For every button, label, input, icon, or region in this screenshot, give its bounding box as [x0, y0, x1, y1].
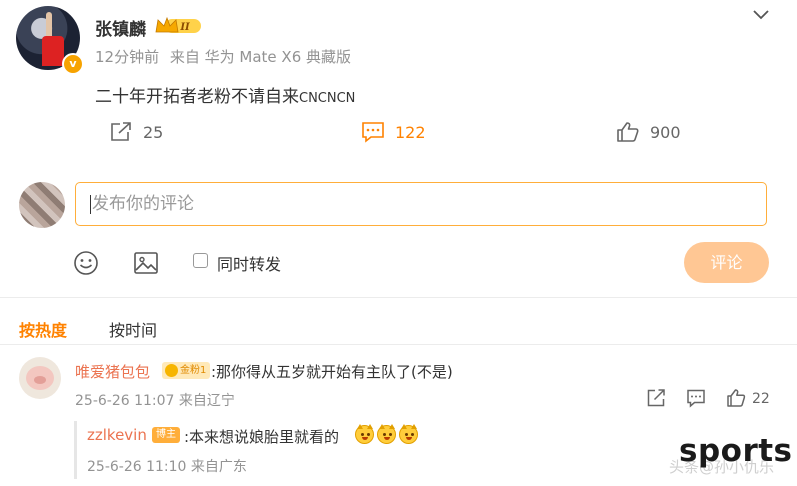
- post-content: 二十年开拓者老粉不请自来CNCNCN: [95, 82, 355, 107]
- member-badge-text: II: [179, 22, 190, 33]
- post-meta: 12分钟前 来自 华为 Mate X6 典藏版: [95, 46, 351, 67]
- emoji-icon[interactable]: [73, 250, 99, 276]
- comment-icon: [362, 122, 384, 143]
- commenter-avatar[interactable]: [19, 357, 61, 399]
- text-caret: [90, 194, 91, 214]
- reply-icon[interactable]: [686, 388, 706, 408]
- comment-input[interactable]: 发布你的评论: [75, 182, 767, 226]
- crown-icon[interactable]: II: [155, 16, 203, 36]
- fan-badge[interactable]: 金粉1: [162, 362, 211, 379]
- fan-badge-label: 金粉1: [180, 365, 207, 376]
- chevron-down-icon[interactable]: [752, 8, 770, 22]
- post-text-tail: CNCNCN: [299, 91, 356, 106]
- commenter-name[interactable]: 唯爱猪包包: [75, 361, 150, 382]
- like-icon[interactable]: [726, 388, 746, 408]
- doge-emoji-icon: [399, 424, 418, 444]
- repost-count: 25: [143, 122, 164, 142]
- comment-text: :那你得从五岁就开始有主队了(不是): [211, 363, 453, 381]
- comment-meta: 25-6-26 11:07 来自辽宁: [75, 393, 235, 409]
- like-button[interactable]: 900: [616, 120, 681, 144]
- tab-sort-hot[interactable]: 按热度: [19, 317, 67, 341]
- like-count: 900: [650, 122, 681, 142]
- reply-thread-bar: [74, 421, 77, 479]
- repost-checkbox-label[interactable]: 同时转发: [217, 251, 281, 275]
- doge-emoji-icon: [377, 424, 396, 444]
- comment-count: 122: [395, 122, 426, 142]
- repost-icon[interactable]: [646, 388, 666, 408]
- divider: [0, 297, 797, 298]
- reply-text: :本来想说娘胎里就看的: [184, 428, 340, 446]
- reply-author-name[interactable]: zzlkevin: [87, 426, 147, 444]
- divider: [0, 344, 797, 345]
- blogger-badge: 博主: [152, 427, 180, 443]
- post-time[interactable]: 12分钟前: [95, 48, 159, 66]
- current-user-avatar: [19, 182, 65, 228]
- tab-sort-time[interactable]: 按时间: [109, 317, 157, 341]
- reply-meta: 25-6-26 11:10 来自广东: [87, 459, 247, 475]
- watermark-logo: sports: [679, 433, 793, 469]
- author-name[interactable]: 张镇麟: [95, 15, 146, 40]
- fan-badge-icon: [165, 364, 178, 377]
- comment-button[interactable]: 122: [361, 120, 426, 144]
- repost-checkbox[interactable]: [193, 253, 208, 268]
- doge-emoji-icon: [355, 424, 374, 444]
- repost-button[interactable]: 25: [109, 120, 163, 144]
- repost-icon: [111, 122, 131, 141]
- post-text: 二十年开拓者老粉不请自来: [95, 87, 299, 107]
- submit-comment-button[interactable]: 评论: [684, 242, 769, 283]
- verified-icon: v: [62, 53, 84, 75]
- comment-placeholder: 发布你的评论: [92, 194, 194, 214]
- like-icon: [617, 122, 639, 142]
- post-source: 来自 华为 Mate X6 典藏版: [169, 48, 352, 66]
- comment-like-count: 22: [752, 391, 770, 407]
- image-icon[interactable]: [133, 250, 159, 276]
